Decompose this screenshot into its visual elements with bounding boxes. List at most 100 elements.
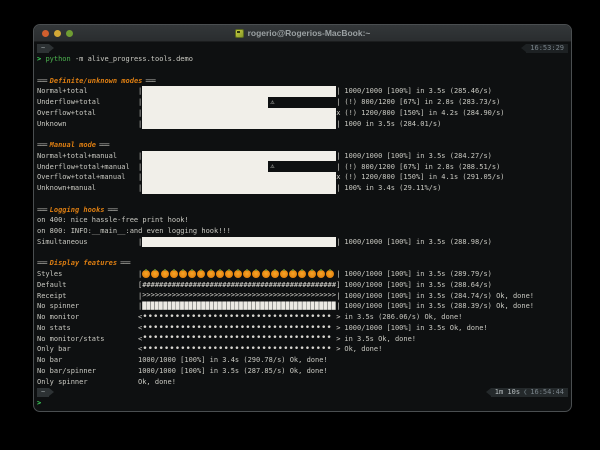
chevron-left-icon: ❮ [523, 388, 528, 397]
zoom-button[interactable] [66, 29, 73, 37]
progress-bar: | ▉▉▉▉▉▉▉▉▉▉▉▉▉▉▉▉▉▉▉▉▉▉▉▉▉▉▉▉▉▉▉▉▉▉▉▉▉▉▉… [138, 301, 340, 312]
demo-section: === Logging hooks === on 400: nice hassle-f… [37, 204, 568, 248]
section-rule: === [37, 76, 48, 85]
bar-track: >>>>>>>>>>>>>>>>>>>>>>>>>>>>>>>>>>>>>>>>… [142, 290, 336, 301]
clock-badge: 16:53:29 [521, 43, 568, 53]
progress-row: Underflow+total | ⚠ | (!) 800/1200 [67%] in … [37, 96, 568, 108]
pumpkin-icon [169, 268, 178, 279]
row-label: Overflow+total [37, 108, 97, 117]
bar-close-char: | [336, 237, 341, 246]
row-stats: 1000/1000 [100%] in 3.5s (287.85/s) Ok, … [138, 366, 328, 375]
bar-fill-chars: ••••••••••••••••••••••••••••••••••• [142, 311, 332, 322]
bar-track: ••••••••••••••••••••••••••••••••••• [142, 344, 336, 355]
progress-row: No bar/spinner 1000/1000 [100%] in 3.5s (… [37, 366, 568, 377]
minimize-button[interactable] [54, 29, 61, 37]
row-label: Overflow+total+manual [37, 173, 126, 182]
row-stats: 1000/1000 [100%] in 3.5s Ok, done! [344, 323, 488, 332]
row-label: Styles [37, 270, 63, 279]
bar-track: ########################################… [142, 280, 336, 291]
section-header: === Manual mode === [37, 140, 568, 151]
bar-fill [142, 150, 337, 162]
progress-row: Underflow+total+manual | ⚠ | (!) 800/1200 [6… [37, 161, 568, 172]
powerline-arrow-icon [49, 44, 55, 53]
bar-track: ▉▉▉▉▉▉▉▉▉▉▉▉▉▉▉▉▉▉▉▉▉▉▉▉▉▉▉▉▉▉▉▉▉▉▉▉▉▉▉▉… [142, 301, 336, 312]
progress-row: Styles | | 1000/1000 [100%] in 3.5s (289.79… [37, 268, 568, 280]
row-label: No monitor/stats [37, 334, 105, 343]
section-rule: === [99, 141, 110, 150]
pumpkin-icon [234, 268, 243, 279]
final-prompt-line[interactable]: > [37, 398, 568, 409]
bar-track: ••••••••••••••••••••••••••••••••••• [142, 323, 336, 334]
bar-fill [142, 86, 337, 97]
warning-icon: ⚠ [270, 97, 275, 106]
bar-fill [142, 96, 269, 108]
section-rule: === [37, 205, 48, 214]
demo-section: === Display features === Styles | | 1000/1000 … [37, 258, 568, 387]
terminal-doc-icon [234, 28, 244, 38]
progress-row: Default [################################… [37, 280, 568, 291]
row-label: Unknown+manual [37, 184, 97, 193]
bar-track [142, 268, 336, 280]
row-stats: 1000 in 3.5s (284.01/s) [344, 119, 442, 128]
row-label: Underflow+total+manual [37, 162, 130, 171]
progress-bar: | | [138, 268, 340, 280]
pumpkin-icon [289, 268, 298, 279]
progress-row: No monitor/stats < •••••••••••••••••••••••… [37, 333, 568, 344]
progress-bar: | | [138, 150, 341, 162]
pumpkin-icon [151, 268, 160, 279]
bar-close-char: > [336, 334, 341, 343]
bar-fill-chars: ••••••••••••••••••••••••••••••••••• [142, 322, 332, 333]
bar-close-char: x [336, 173, 341, 182]
pumpkin-icon [261, 268, 270, 279]
progress-row: Only spinner Ok, done! [37, 376, 568, 387]
bar-fill [142, 236, 337, 248]
section-title: Logging hooks [49, 205, 105, 214]
row-stats: 1000/1000 [100%] in 3.5s (288.98/s) [344, 237, 492, 246]
row-stats: 1000/1000 [100%] in 3.5s (284.27/s) [344, 151, 492, 160]
progress-bar: | | [138, 236, 341, 248]
row-label: Unknown [37, 119, 67, 128]
progress-bar: | x [138, 172, 340, 183]
bar-close-char: | [336, 291, 341, 300]
row-stats: 1000/1000 [100%] in 3.5s (289.79/s) [344, 270, 492, 279]
close-button[interactable] [42, 29, 49, 37]
bar-fill [142, 161, 269, 172]
row-stats: 100% in 3.4s (29.11%/s) [344, 184, 442, 193]
progress-row: Simultaneous | | 1000/1000 [100%] in 3.5s (… [37, 236, 568, 248]
row-stats: (!) 1200/800 [150%] in 4.1s (291.05/s) [344, 173, 505, 182]
progress-bar: < ••••••••••••••••••••••••••••••••••• > [138, 312, 340, 323]
powerline-arrow-icon [49, 388, 55, 397]
pumpkin-icon [325, 268, 334, 279]
progress-row: No monitor < •••••••••••••••••••••••••••••… [37, 312, 568, 323]
row-label: No bar [37, 356, 63, 365]
bar-fill-chars: ••••••••••••••••••••••••••••••••••• [142, 333, 332, 344]
progress-row: Normal+total+manual | | 1000/1000 [100%] in… [37, 150, 568, 162]
progress-bar: | x [138, 107, 340, 119]
terminal-body[interactable]: ~ 16:53:29 > python -m alive_progress.to… [34, 42, 571, 411]
progress-bar: < ••••••••••••••••••••••••••••••••••• > [138, 333, 340, 344]
pumpkin-icon [188, 268, 197, 279]
progress-row: Normal+total | | 1000/1000 [100%] in 3.5s (… [37, 86, 568, 97]
pumpkin-icon [160, 268, 169, 279]
bar-close-char: | [336, 151, 341, 160]
window-title-bar[interactable]: rogerio@Rogerios-MacBook:~ [34, 25, 571, 42]
row-label: No stats [37, 323, 71, 332]
row-label: Normal+total+manual [37, 151, 118, 160]
duration-clock-badge: 1m 10s ❮ 16:54:44 [485, 387, 568, 397]
bar-track [142, 107, 337, 119]
progress-row: No bar 1000/1000 [100%] in 3.4s (290.78/s… [37, 355, 568, 366]
row-stats: 1000/1000 [100%] in 3.5s (288.64/s) [344, 280, 492, 289]
row-label: Underflow+total [37, 98, 101, 107]
bar-track: ••••••••••••••••••••••••••••••••••• [142, 333, 336, 344]
progress-bar: < ••••••••••••••••••••••••••••••••••• > [138, 323, 340, 334]
pumpkin-icon [307, 268, 316, 279]
progress-bar: | ⚠ | [138, 96, 341, 108]
bar-close-char: ] [336, 280, 341, 289]
section-rule: === [107, 205, 118, 214]
log-line: on 800: INFO:__main__:and even logging h… [37, 227, 231, 236]
bar-fill-chars: ••••••••••••••••••••••••••••••••••• [142, 344, 332, 354]
bar-close-char: | [336, 98, 341, 107]
top-status-line: ~ 16:53:29 [37, 43, 568, 54]
bar-track: ⚠ [142, 161, 336, 172]
pumpkin-icon [178, 268, 187, 279]
